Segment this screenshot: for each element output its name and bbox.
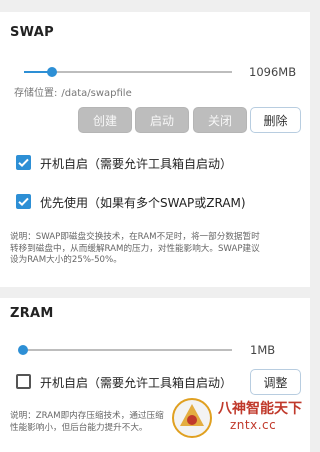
swap-size-slider[interactable] xyxy=(24,67,232,77)
zram-autostart-label: 开机自启（需要允许工具箱自启动） xyxy=(40,376,233,390)
watermark: 八神智能天下 zntx.cc xyxy=(164,390,310,452)
swap-size-value: 1096MB xyxy=(249,65,297,79)
swap-priority-label: 优先使用（如果有多个SWAP或ZRAM) xyxy=(40,196,246,210)
stop-button[interactable]: 关闭 xyxy=(193,107,247,133)
swap-priority-checkbox[interactable] xyxy=(16,194,31,209)
swap-path-value: /data/swapfile xyxy=(61,88,132,99)
swap-path-label: 存储位置: xyxy=(14,88,58,99)
watermark-text: 八神智能天下 xyxy=(218,401,302,417)
zram-size-value: 1MB xyxy=(250,343,276,357)
swap-note-line: 设为RAM大小的25%-50%。 xyxy=(10,255,122,265)
checkmark-icon xyxy=(18,158,29,168)
swap-note: 说明：SWAP即磁盘交换技术，在RAM不足时，将一部分数据暂时 转移到磁盘中，从… xyxy=(10,232,300,267)
swap-slider-thumb[interactable] xyxy=(47,67,57,77)
zram-title: ZRAM xyxy=(10,306,54,321)
zram-autostart-checkbox[interactable] xyxy=(16,374,31,389)
swap-priority-row[interactable]: 优先使用（如果有多个SWAP或ZRAM) xyxy=(16,194,296,212)
watermark-logo-icon xyxy=(172,398,212,438)
swap-autostart-checkbox[interactable] xyxy=(16,155,31,170)
zram-slider-thumb[interactable] xyxy=(18,345,28,355)
swap-autostart-label: 开机自启（需要允许工具箱自启动） xyxy=(40,157,233,171)
watermark-url: zntx.cc xyxy=(230,418,277,432)
swap-path: 存储位置:/data/swapfile xyxy=(14,84,136,99)
start-button[interactable]: 启动 xyxy=(135,107,189,133)
delete-button[interactable]: 删除 xyxy=(250,107,301,133)
zram-size-slider[interactable] xyxy=(18,345,232,355)
checkmark-icon xyxy=(18,197,29,207)
swap-note-line: 转移到磁盘中，从而缓解RAM的压力，对性能影响大。SWAP建议 xyxy=(10,243,260,254)
swap-title: SWAP xyxy=(10,25,54,40)
swap-autostart-row[interactable]: 开机自启（需要允许工具箱自启动） xyxy=(16,155,276,173)
create-button[interactable]: 创建 xyxy=(78,107,132,133)
swap-card: SWAP 1096MB 存储位置:/data/swapfile 创建 启动 关闭… xyxy=(0,12,310,287)
swap-note-line: 说明：SWAP即磁盘交换技术，在RAM不足时，将一部分数据暂时 xyxy=(10,232,260,242)
